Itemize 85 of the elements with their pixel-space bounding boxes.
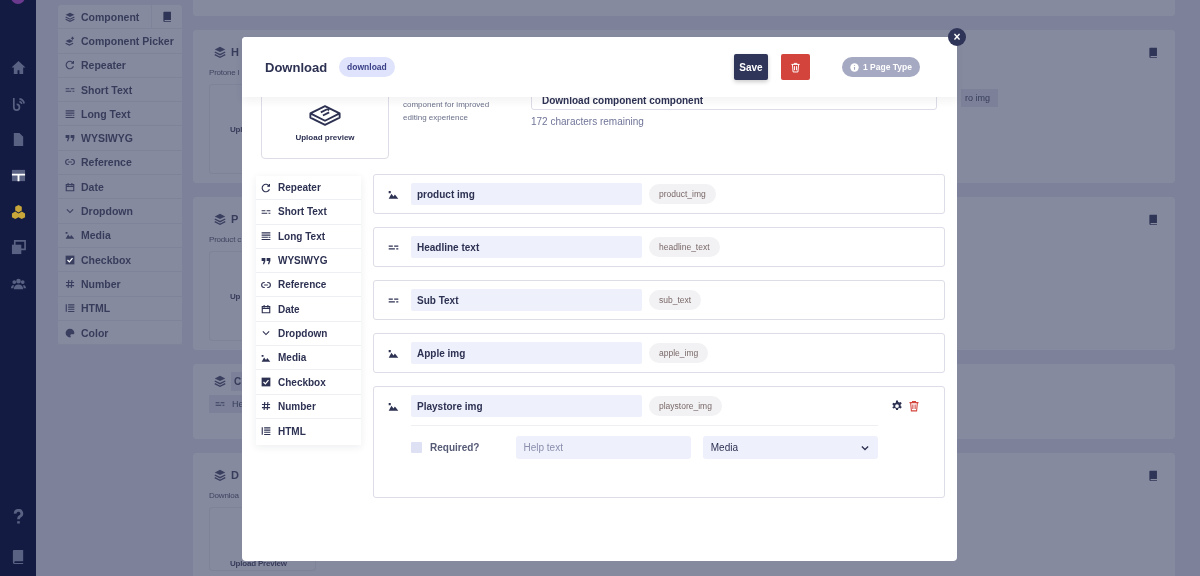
field-name-input[interactable]: Apple img	[411, 342, 642, 364]
field-type-item[interactable]: Long Text	[256, 224, 361, 249]
field-type-item[interactable]: HTML	[256, 418, 361, 444]
list-icon	[261, 426, 271, 437]
card-title: D	[231, 469, 239, 481]
layers-icon	[214, 469, 226, 481]
api-id-tag: download	[339, 57, 395, 77]
delete-button[interactable]	[781, 54, 810, 80]
preview-hint: component for improved editing experience	[403, 99, 491, 124]
quote-icon	[261, 255, 271, 266]
list-icon	[65, 303, 75, 314]
api-key-tag: playstore_img	[649, 396, 722, 416]
quote-icon	[65, 133, 75, 144]
checkbox-icon	[65, 254, 75, 265]
layers-icon	[214, 375, 226, 387]
images-icon[interactable]	[10, 240, 26, 255]
upload-preview-box[interactable]: Upload preview	[261, 97, 389, 159]
short-lines-icon	[215, 399, 225, 409]
card-description: Downloa	[209, 491, 239, 500]
image-icon	[388, 347, 399, 359]
refresh-icon	[261, 182, 271, 193]
description-field[interactable]: Download component component	[531, 97, 937, 110]
link-icon	[261, 279, 271, 290]
modal-title: Download	[265, 59, 328, 75]
trash-icon	[790, 61, 801, 73]
characters-remaining: 172 characters remaining	[531, 116, 645, 127]
field-type-item[interactable]: Number	[256, 394, 361, 419]
field-name-input[interactable]: Sub Text	[411, 289, 642, 311]
book-icon[interactable]	[10, 549, 26, 564]
help-text-field[interactable]: Help text	[515, 436, 691, 459]
book-icon[interactable]	[1148, 213, 1159, 225]
field-type-select[interactable]: Media	[702, 436, 878, 459]
field-type-item[interactable]: Media	[256, 346, 361, 371]
card-description: Product c	[209, 235, 241, 244]
feed-icon[interactable]	[10, 96, 26, 111]
calendar-icon	[65, 181, 75, 192]
field-type-item[interactable]: Dropdown	[256, 321, 361, 347]
required-label: Required?	[430, 442, 480, 453]
book-icon[interactable]	[1148, 46, 1159, 58]
card-title: H	[231, 46, 239, 58]
cubes-icon[interactable]	[10, 204, 26, 219]
required-checkbox[interactable]	[411, 442, 422, 453]
hash-icon	[261, 401, 271, 412]
field-name-input[interactable]: product img	[411, 183, 642, 205]
layers-icon	[214, 46, 226, 58]
book-icon[interactable]	[1148, 469, 1159, 481]
field-type-item[interactable]: Date	[256, 297, 361, 322]
link-icon	[65, 157, 75, 168]
lines-icon	[261, 231, 271, 242]
image-icon	[388, 400, 399, 412]
book-icon[interactable]	[161, 11, 173, 23]
field-name-input[interactable]: Playstore img	[411, 395, 642, 417]
close-button[interactable]: ×	[948, 28, 966, 46]
field-name-input[interactable]: Headline text	[411, 236, 642, 258]
api-key-tag: sub_text	[649, 290, 702, 310]
calendar-icon	[261, 304, 271, 315]
refresh-icon	[65, 60, 75, 71]
info-icon	[850, 62, 859, 72]
field-type-item[interactable]: Repeater	[256, 176, 361, 201]
api-key-tag: apple_img	[649, 343, 709, 363]
layers-icon	[65, 11, 75, 22]
field-type-item[interactable]: WYSIWYG	[256, 248, 361, 274]
field-type-item[interactable]: Short Text	[256, 200, 361, 225]
box-icon	[308, 104, 342, 127]
home-icon[interactable]	[10, 60, 26, 75]
save-button[interactable]: Save	[734, 54, 768, 80]
chevron-icon	[65, 206, 75, 216]
image-icon	[65, 230, 75, 241]
hash-icon	[65, 278, 75, 289]
card-title: P	[231, 213, 239, 225]
layers-plus-icon	[65, 35, 75, 46]
users-icon[interactable]	[10, 276, 26, 291]
palette-icon	[65, 327, 75, 338]
lines-icon	[65, 108, 75, 119]
api-key-tag: headline_text	[649, 237, 720, 257]
field-type-item[interactable]: Checkbox	[256, 370, 361, 395]
api-key-tag: product_img	[649, 184, 716, 204]
image-icon	[388, 188, 399, 200]
layers-icon	[214, 213, 226, 225]
checkbox-icon	[261, 377, 271, 387]
trash-icon[interactable]	[908, 400, 920, 412]
image-icon	[261, 352, 271, 363]
grid-icon[interactable]	[10, 168, 26, 183]
settings-icon[interactable]	[891, 400, 903, 412]
field-type-item[interactable]: Reference	[256, 273, 361, 298]
